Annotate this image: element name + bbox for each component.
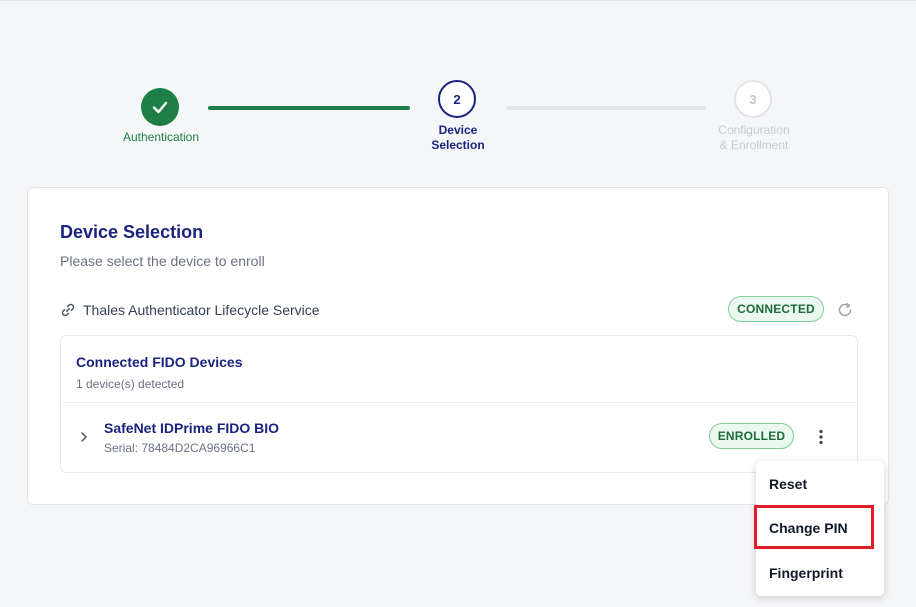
fido-devices-count: 1 device(s) detected xyxy=(76,377,185,391)
device-actions-menu: Reset Change PIN Fingerprint xyxy=(756,461,884,596)
fido-devices-header: Connected FIDO Devices 1 device(s) detec… xyxy=(61,336,857,403)
step-1-label: Authentication xyxy=(100,130,222,145)
fido-devices-title: Connected FIDO Devices xyxy=(76,354,243,370)
menu-item-change-pin[interactable]: Change PIN xyxy=(756,508,884,548)
fido-devices-panel: Connected FIDO Devices 1 device(s) detec… xyxy=(60,335,858,473)
step-2-circle: 2 xyxy=(438,80,476,118)
enrollment-status-badge: ENROLLED xyxy=(709,423,794,449)
step-2-number: 2 xyxy=(453,91,461,107)
step-2-label-line2: Selection xyxy=(431,138,485,152)
check-icon xyxy=(152,101,168,114)
chevron-right-icon[interactable] xyxy=(77,430,91,444)
link-icon xyxy=(61,303,75,317)
device-name[interactable]: SafeNet IDPrime FIDO BIO xyxy=(104,420,279,436)
stepper: Authentication 2 Device Selection 3 Conf… xyxy=(0,0,916,180)
refresh-icon[interactable] xyxy=(836,301,854,319)
kebab-menu-icon[interactable] xyxy=(811,427,831,447)
step-1-label-text: Authentication xyxy=(122,130,200,144)
menu-item-fingerprint[interactable]: Fingerprint xyxy=(756,553,884,593)
step-1-circle xyxy=(141,88,179,126)
step-2-label: Device Selection xyxy=(408,123,508,153)
step-3-label: Configuration & Enrollment xyxy=(694,123,814,153)
service-row: Thales Authenticator Lifecycle Service C… xyxy=(60,296,856,324)
step-3-circle: 3 xyxy=(734,80,772,118)
step-3-label-line2: & Enrollment xyxy=(719,138,789,152)
step-connector-2 xyxy=(506,106,706,110)
step-connector-1 xyxy=(208,106,410,110)
menu-item-reset[interactable]: Reset xyxy=(756,464,884,504)
device-selection-card: Device Selection Please select the devic… xyxy=(27,187,889,505)
service-name: Thales Authenticator Lifecycle Service xyxy=(83,302,320,318)
step-3-number: 3 xyxy=(749,91,757,107)
step-2-label-line1: Device xyxy=(438,123,478,137)
step-3-label-line1: Configuration xyxy=(718,123,790,137)
card-subtitle: Please select the device to enroll xyxy=(60,253,265,269)
device-serial: Serial: 78484D2CA96966C1 xyxy=(104,441,256,455)
card-title: Device Selection xyxy=(60,222,204,242)
connection-status-badge: CONNECTED xyxy=(728,296,824,322)
